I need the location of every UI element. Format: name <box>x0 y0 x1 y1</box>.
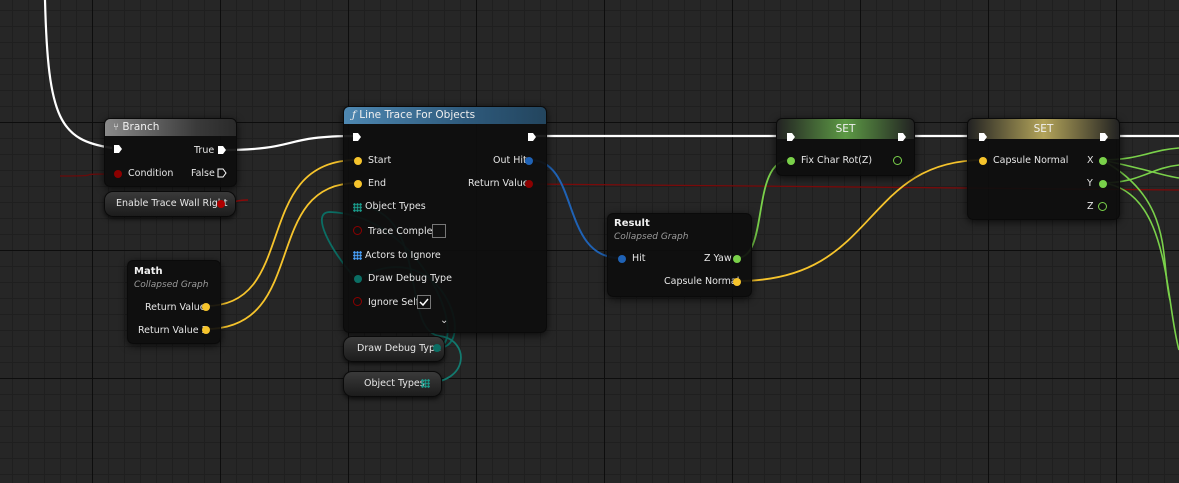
true-label: True <box>194 145 215 156</box>
z-pin[interactable] <box>1098 202 1107 211</box>
result-node[interactable]: Result Collapsed Graph Hit Z Yaw Capsule… <box>607 213 752 297</box>
math-node[interactable]: Math Collapsed Graph Return Value Return… <box>127 260 221 344</box>
math-return-value-label: Return Value <box>145 302 206 313</box>
z-yaw-pin[interactable] <box>733 255 741 263</box>
wire-layer <box>43 0 1179 384</box>
object-types-label: Object Types <box>365 201 426 212</box>
end-pin[interactable] <box>354 180 362 188</box>
fix-char-rot-out-pin[interactable] <box>893 156 902 165</box>
draw-debug-type-var-label: Draw Debug Type <box>357 343 441 354</box>
start-label: Start <box>368 155 392 166</box>
set-fix-char-rot-title: SET <box>835 123 856 135</box>
check-icon <box>419 298 429 307</box>
vector-wire-capsule <box>737 159 985 282</box>
set-capsule-normal-node[interactable]: SET Capsule Normal X Y Z <box>967 118 1120 220</box>
set-fix-char-rot-node[interactable]: SET Fix Char Rot(Z) <box>776 118 915 176</box>
fix-char-rot-label: Fix Char Rot(Z) <box>801 155 873 166</box>
set-capsule-normal-header: SET <box>968 119 1119 139</box>
math-subtitle: Collapsed Graph <box>134 280 209 290</box>
condition-label: Condition <box>128 168 174 179</box>
trace-complex-checkbox[interactable] <box>432 224 446 238</box>
math-return-value-pin[interactable] <box>202 303 210 311</box>
set2-exec-in-pin[interactable] <box>978 132 988 142</box>
object-types-var[interactable]: Object Types <box>343 371 442 397</box>
enable-trace-wall-right-label: Enable Trace Wall Right <box>116 198 228 209</box>
hit-pin[interactable] <box>618 255 626 263</box>
exec-wire-true <box>221 134 356 152</box>
function-icon: ƒ <box>352 109 356 121</box>
actors-to-ignore-grid-icon[interactable] <box>353 251 362 260</box>
false-exec-pin[interactable] <box>217 168 227 178</box>
trace-exec-out-pin[interactable] <box>527 132 537 142</box>
branch-header: ⑂ Branch <box>105 119 236 136</box>
true-exec-pin[interactable] <box>217 145 227 155</box>
actors-to-ignore-label: Actors to Ignore <box>365 250 441 261</box>
draw-debug-type-var-pin[interactable] <box>433 344 441 352</box>
trace-complex-pin[interactable] <box>353 226 362 235</box>
math-return-value-2-pin[interactable] <box>202 326 210 334</box>
capsule-normal-out-pin[interactable] <box>733 278 741 286</box>
y-label: Y <box>1087 178 1093 189</box>
ignore-self-label: Ignore Self <box>368 297 420 308</box>
line-trace-node[interactable]: ƒ Line Trace For Objects Start Out Hit E… <box>343 106 547 333</box>
expand-chevron-icon[interactable]: ⌄ <box>440 315 448 326</box>
trace-complex-label: Trace Complex <box>368 226 438 237</box>
out-hit-pin[interactable] <box>525 157 533 165</box>
set1-exec-out-pin[interactable] <box>897 132 907 142</box>
bool-wire-condition <box>59 173 109 177</box>
object-types-var-label: Object Types <box>364 378 425 389</box>
exec-wire-input <box>43 0 113 150</box>
x-label: X <box>1087 155 1094 166</box>
exec-in-pin[interactable] <box>113 144 123 154</box>
math-return-value-2-label: Return Value 2 <box>138 325 208 336</box>
line-trace-title: Line Trace For Objects <box>359 109 476 121</box>
branch-icon: ⑂ <box>113 122 119 133</box>
ignore-self-checkbox[interactable] <box>417 295 431 309</box>
draw-debug-type-label: Draw Debug Type <box>368 273 452 284</box>
enable-trace-wall-right-var[interactable]: Enable Trace Wall Right <box>104 191 236 217</box>
math-title: Math <box>134 266 163 277</box>
set1-exec-in-pin[interactable] <box>786 132 796 142</box>
return-value-pin[interactable] <box>525 180 533 188</box>
out-hit-label: Out Hit <box>493 155 527 166</box>
result-title: Result <box>614 218 650 229</box>
capsule-normal-out-label: Capsule Normal <box>664 276 740 287</box>
branch-title: Branch <box>122 121 160 133</box>
draw-debug-type-pin[interactable] <box>354 275 362 283</box>
false-label: False <box>191 168 215 179</box>
capsule-normal-in-pin[interactable] <box>979 157 987 165</box>
capsule-normal-in-label: Capsule Normal <box>993 155 1069 166</box>
object-types-grid-icon[interactable] <box>353 203 362 212</box>
hit-label: Hit <box>632 253 646 264</box>
end-label: End <box>368 178 387 189</box>
return-value-label: Return Value <box>468 178 529 189</box>
enable-trace-pin[interactable] <box>217 200 225 208</box>
set-fix-char-rot-header: SET <box>777 119 914 139</box>
condition-pin[interactable] <box>114 170 122 178</box>
set2-exec-out-pin[interactable] <box>1099 132 1109 142</box>
z-yaw-label: Z Yaw <box>704 253 732 264</box>
y-pin[interactable] <box>1099 180 1107 188</box>
result-subtitle: Collapsed Graph <box>614 232 689 242</box>
start-pin[interactable] <box>354 157 362 165</box>
z-label: Z <box>1087 201 1094 212</box>
draw-debug-type-var[interactable]: Draw Debug Type <box>343 336 445 362</box>
branch-node[interactable]: ⑂ Branch Condition True False <box>104 118 237 187</box>
ignore-self-pin[interactable] <box>353 297 362 306</box>
object-types-var-grid-icon[interactable] <box>421 379 430 388</box>
set-capsule-normal-title: SET <box>1033 123 1054 135</box>
fix-char-rot-pin[interactable] <box>787 157 795 165</box>
trace-exec-in-pin[interactable] <box>352 132 362 142</box>
line-trace-header: ƒ Line Trace For Objects <box>344 107 546 124</box>
x-pin[interactable] <box>1099 157 1107 165</box>
